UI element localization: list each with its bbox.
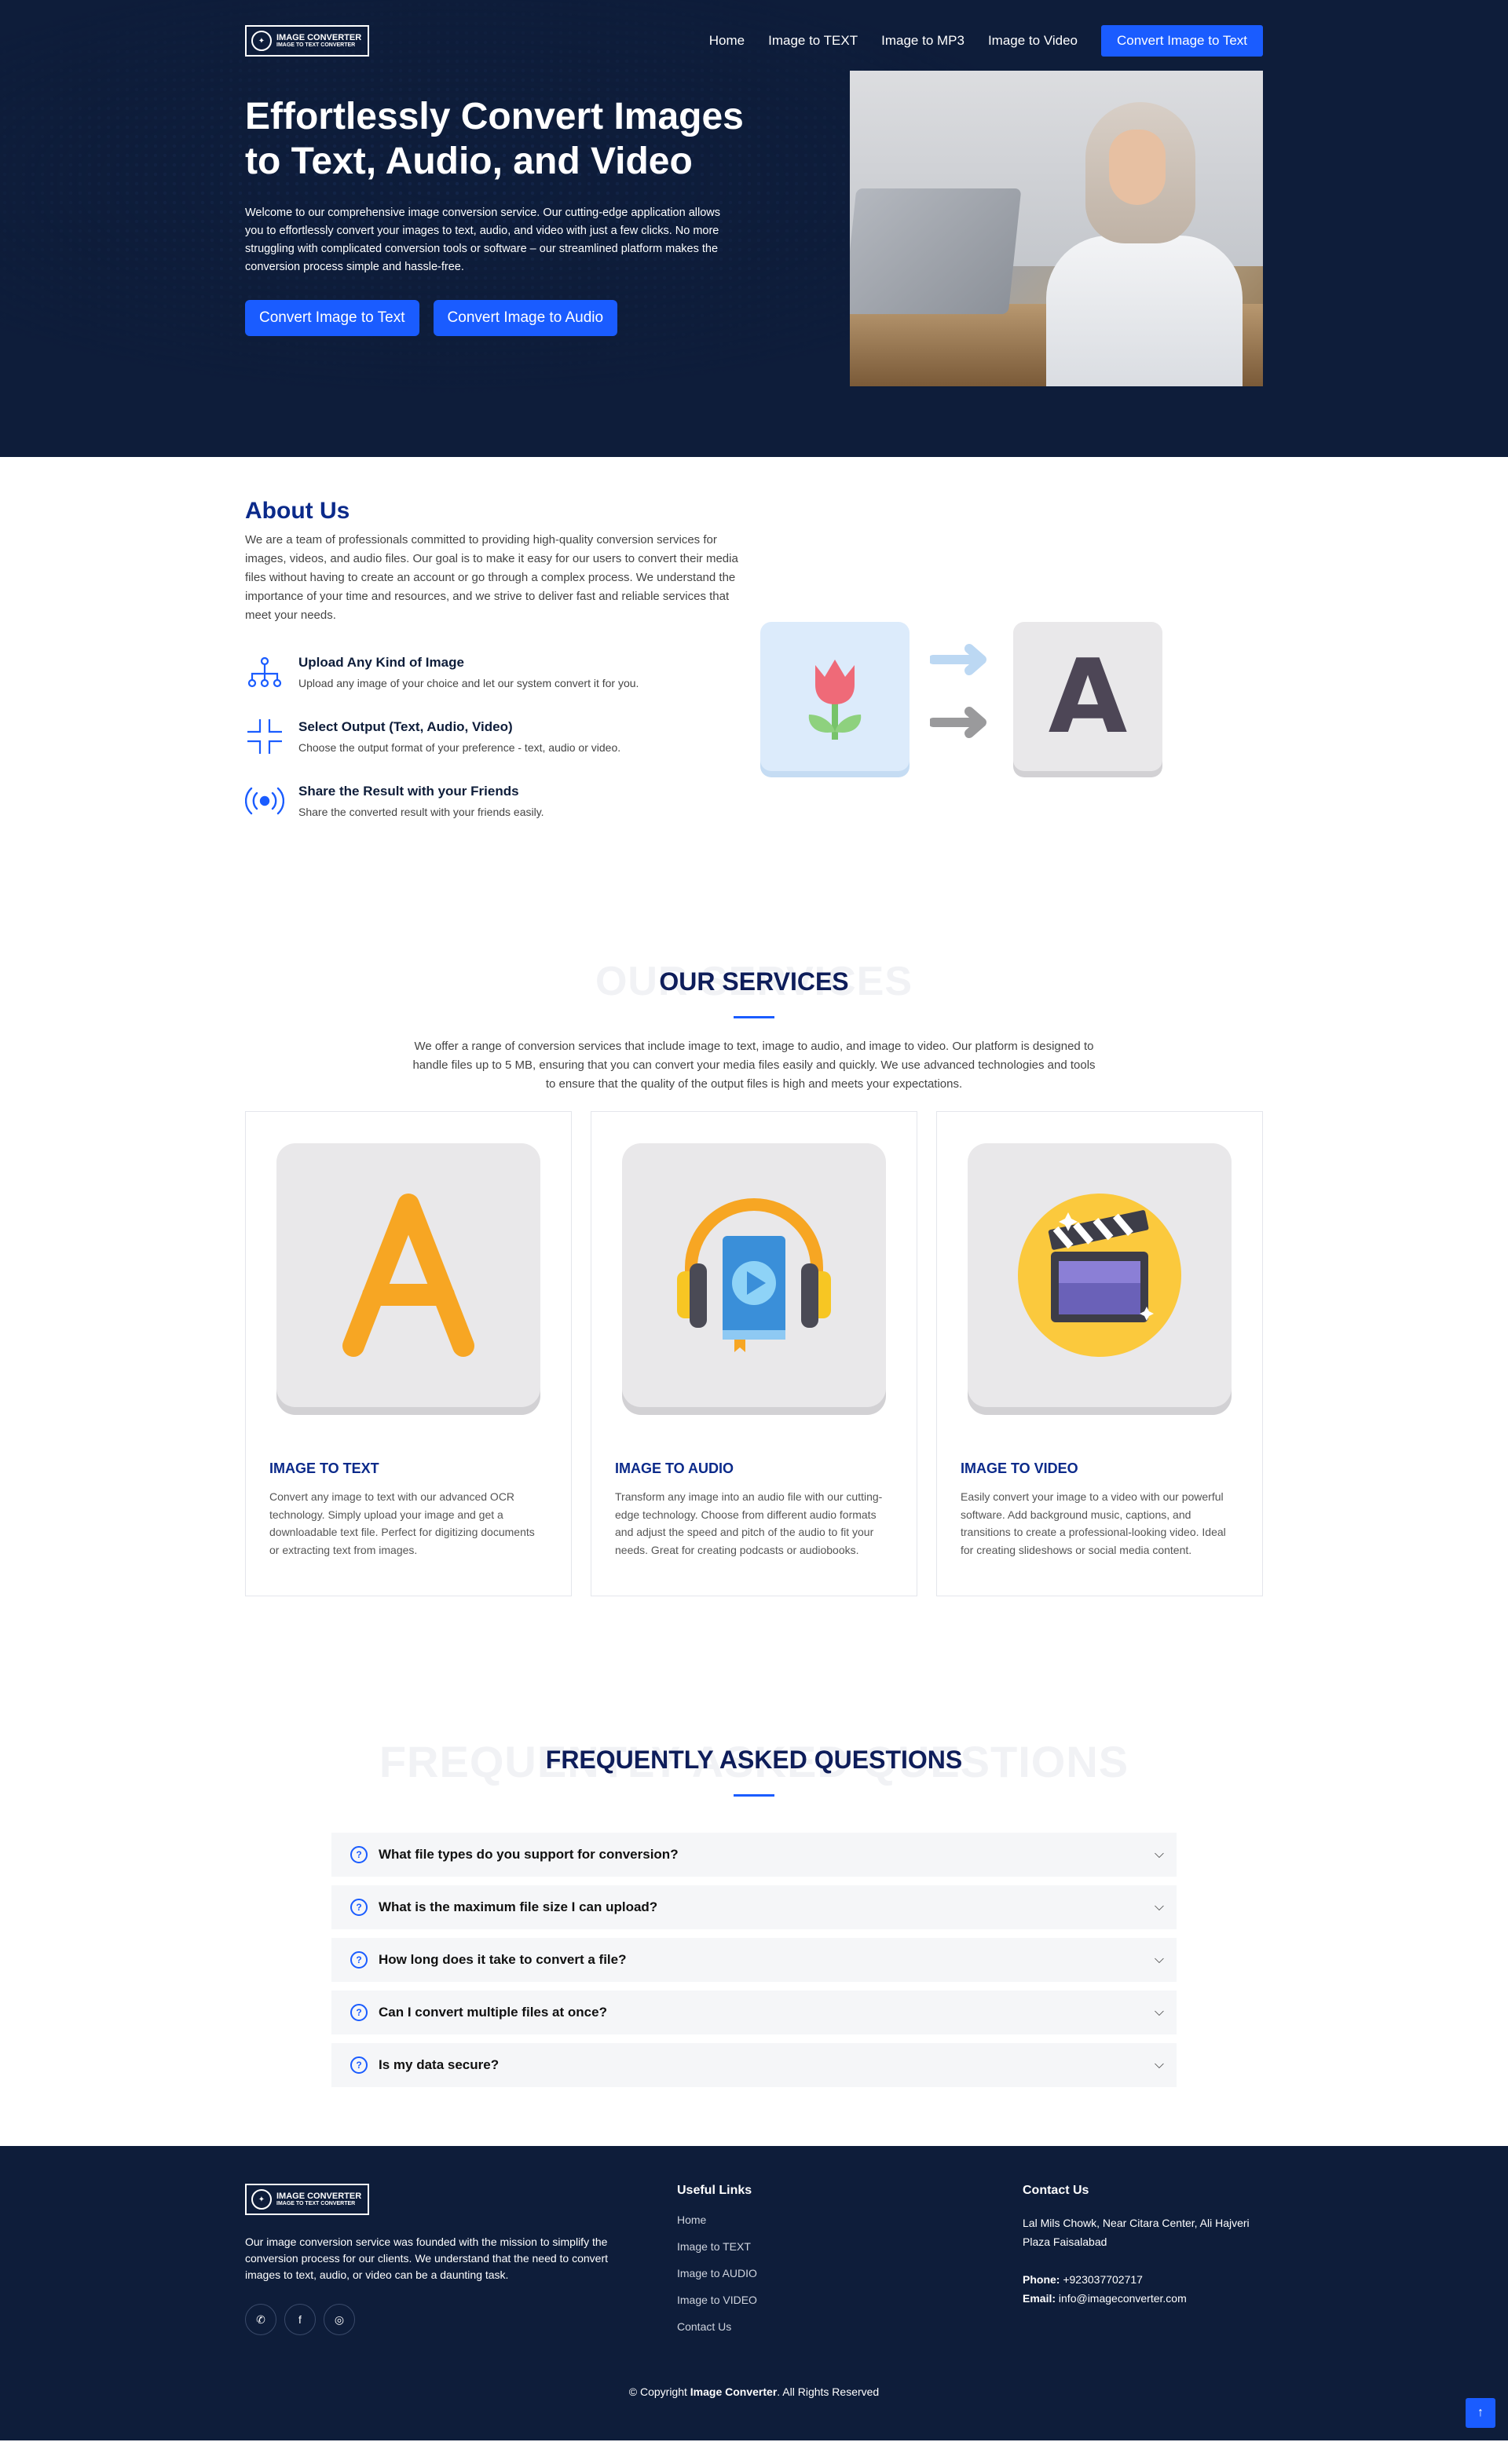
convert-text-button[interactable]: Convert Image to Text <box>245 300 419 336</box>
headphones-book-icon <box>622 1143 886 1407</box>
faq-question: How long does it take to convert a file? <box>379 1952 627 1967</box>
phone-label: Phone: <box>1023 2273 1060 2286</box>
logo[interactable]: ✦ IMAGE CONVERTER IMAGE TO TEXT CONVERTE… <box>245 25 369 57</box>
chevron-down-icon[interactable]: ⌵ <box>1155 2005 1164 2020</box>
whatsapp-icon[interactable]: ✆ <box>245 2304 276 2335</box>
email-label: Email: <box>1023 2292 1056 2305</box>
question-icon: ? <box>350 1899 368 1916</box>
faq-question: What file types do you support for conve… <box>379 1847 679 1862</box>
service-title: IMAGE TO VIDEO <box>961 1460 1078 1476</box>
question-icon: ? <box>350 1951 368 1969</box>
arrow-right-icon <box>930 644 986 675</box>
logo-subtitle: IMAGE TO TEXT CONVERTER <box>276 42 356 49</box>
about-title: About Us <box>245 498 350 524</box>
fullscreen-exit-icon <box>245 719 284 754</box>
logo-title: IMAGE CONVERTER <box>276 33 362 43</box>
faq-question: What is the maximum file size I can uplo… <box>379 1899 658 1914</box>
faq-item[interactable]: ? Is my data secure? ⌵ <box>331 2043 1177 2087</box>
nav-image-to-text[interactable]: Image to TEXT <box>768 33 858 49</box>
convert-audio-button[interactable]: Convert Image to Audio <box>433 300 618 336</box>
service-card[interactable]: IMAGE TO VIDEO Easily convert your image… <box>936 1111 1263 1596</box>
question-icon: ? <box>350 1846 368 1863</box>
faq-question: Is my data secure? <box>379 2057 500 2072</box>
faq-section: FREQUENTLY ASKED QUESTIONS FREQUENTLY AS… <box>0 1596 1508 2146</box>
nav-menu: Home Image to TEXT Image to MP3 Image to… <box>709 25 1263 57</box>
chevron-down-icon[interactable]: ⌵ <box>1155 1900 1164 1914</box>
contact-address: Lal Mils Chowk, Near Citara Center, Ali … <box>1023 2217 1250 2248</box>
service-card[interactable]: IMAGE TO AUDIO Transform any image into … <box>591 1111 917 1596</box>
useful-links-title: Useful Links <box>677 2184 752 2197</box>
question-icon: ? <box>350 2056 368 2074</box>
facebook-icon[interactable]: f <box>284 2304 316 2335</box>
navbar: ✦ IMAGE CONVERTER IMAGE TO TEXT CONVERTE… <box>245 0 1263 82</box>
footer-about: Our image conversion service was founded… <box>245 2236 608 2281</box>
footer-logo[interactable]: ✦ IMAGE CONVERTER IMAGE TO TEXT CONVERTE… <box>245 2184 369 2215</box>
title-underline <box>734 1794 774 1797</box>
about-section: About Us We are a team of professionals … <box>0 457 1508 818</box>
feature-title: Share the Result with your Friends <box>298 784 519 799</box>
question-icon: ? <box>350 2004 368 2021</box>
hero-text: Welcome to our comprehensive image conve… <box>245 207 720 273</box>
instagram-icon[interactable]: ◎ <box>324 2304 355 2335</box>
service-card[interactable]: IMAGE TO TEXT Convert any image to text … <box>245 1111 572 1596</box>
service-title: IMAGE TO AUDIO <box>615 1460 734 1476</box>
phone-value: +923037702717 <box>1063 2273 1143 2286</box>
flower-image-tile <box>760 622 910 771</box>
arrow-right-icon <box>930 707 986 738</box>
faq-item[interactable]: ? What is the maximum file size I can up… <box>331 1885 1177 1929</box>
footer-link-contact[interactable]: Contact Us <box>677 2320 1023 2333</box>
clapperboard-icon <box>968 1143 1232 1407</box>
feature-text: Choose the output format of your prefere… <box>298 741 621 754</box>
faq-item[interactable]: ? What file types do you support for con… <box>331 1833 1177 1877</box>
faq-question: Can I convert multiple files at once? <box>379 2005 607 2020</box>
email-value[interactable]: info@imageconverter.com <box>1059 2292 1187 2305</box>
faq-item[interactable]: ? Can I convert multiple files at once? … <box>331 1991 1177 2034</box>
logo-subtitle: IMAGE TO TEXT CONVERTER <box>276 2201 356 2207</box>
letter-a-icon <box>276 1143 540 1407</box>
hero-section: ✦ IMAGE CONVERTER IMAGE TO TEXT CONVERTE… <box>0 0 1508 457</box>
services-title: OUR SERVICES <box>659 967 849 996</box>
feature-text: Upload any image of your choice and let … <box>298 677 639 689</box>
footer: ✦ IMAGE CONVERTER IMAGE TO TEXT CONVERTE… <box>0 2146 1508 2440</box>
service-text: Convert any image to text with our advan… <box>269 1490 535 1556</box>
logo-emblem-icon: ✦ <box>251 31 272 51</box>
title-underline <box>734 1016 774 1018</box>
contact-title: Contact Us <box>1023 2184 1089 2197</box>
image-to-text-illustration: A <box>760 622 1166 779</box>
sitemap-icon <box>245 655 284 689</box>
faq-title: FREQUENTLY ASKED QUESTIONS <box>545 1746 963 1774</box>
nav-home[interactable]: Home <box>709 33 745 49</box>
footer-link-image-to-audio[interactable]: Image to AUDIO <box>677 2267 1023 2279</box>
chevron-down-icon[interactable]: ⌵ <box>1155 1848 1164 1862</box>
service-title: IMAGE TO TEXT <box>269 1460 379 1476</box>
chevron-down-icon[interactable]: ⌵ <box>1155 1953 1164 1967</box>
footer-link-home[interactable]: Home <box>677 2214 1023 2226</box>
back-to-top-button[interactable]: ↑ <box>1466 2398 1495 2428</box>
faq-item[interactable]: ? How long does it take to convert a fil… <box>331 1938 1177 1982</box>
nav-image-to-video[interactable]: Image to Video <box>988 33 1078 49</box>
logo-emblem-icon: ✦ <box>251 2189 272 2210</box>
feature-title: Select Output (Text, Audio, Video) <box>298 719 513 734</box>
chevron-down-icon[interactable]: ⌵ <box>1155 2058 1164 2072</box>
footer-link-image-to-text[interactable]: Image to TEXT <box>677 2240 1023 2253</box>
about-text: We are a team of professionals committed… <box>245 533 738 622</box>
footer-link-image-to-video[interactable]: Image to VIDEO <box>677 2294 1023 2306</box>
feature-text: Share the converted result with your fri… <box>298 806 544 818</box>
services-intro: We offer a range of conversion services … <box>412 1040 1096 1091</box>
nav-image-to-mp3[interactable]: Image to MP3 <box>881 33 964 49</box>
hero-photo <box>850 71 1263 386</box>
feature-item: Upload Any Kind of Image Upload any imag… <box>245 655 748 689</box>
services-section: OUR SERVICES OUR SERVICES We offer a ran… <box>0 818 1508 1596</box>
service-text: Transform any image into an audio file w… <box>615 1490 883 1556</box>
logo-title: IMAGE CONVERTER <box>276 2192 362 2202</box>
feature-title: Upload Any Kind of Image <box>298 655 464 670</box>
broadcast-icon <box>245 784 284 818</box>
copyright: © Copyright Image Converter. All Rights … <box>628 2385 880 2398</box>
letter-tile: A <box>1013 622 1162 771</box>
feature-item: Select Output (Text, Audio, Video) Choos… <box>245 719 748 754</box>
service-text: Easily convert your image to a video wit… <box>961 1490 1226 1556</box>
nav-cta-button[interactable]: Convert Image to Text <box>1101 25 1263 57</box>
feature-item: Share the Result with your Friends Share… <box>245 784 748 818</box>
hero-title: Effortlessly Convert Images to Text, Aud… <box>245 96 744 182</box>
